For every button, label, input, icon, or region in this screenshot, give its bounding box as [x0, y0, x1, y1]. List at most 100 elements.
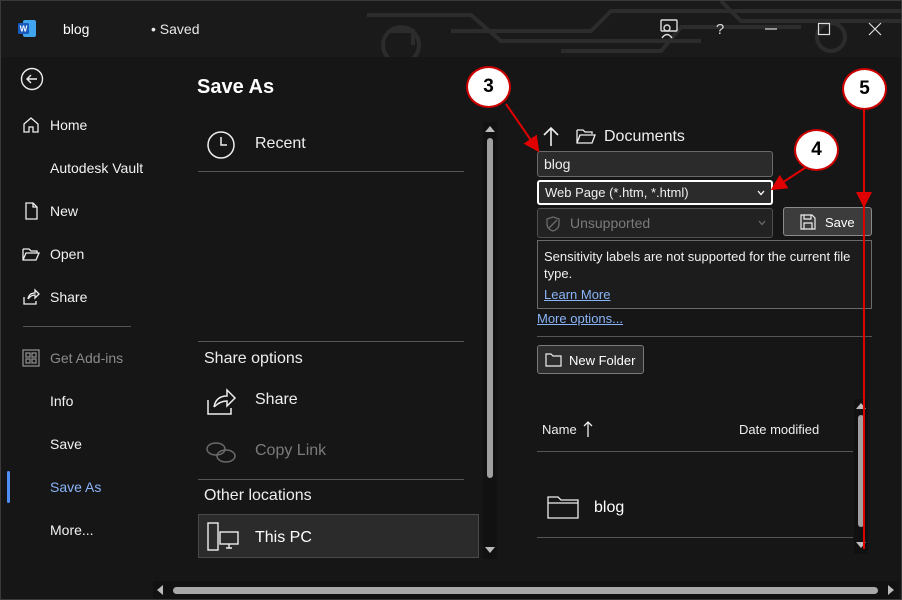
saved-status: • Saved — [151, 21, 200, 37]
sensitivity-select: Unsupported — [537, 208, 773, 238]
nav-item-autodesk-vault[interactable]: Autodesk Vault — [1, 150, 151, 186]
location-recent[interactable]: Recent — [198, 120, 464, 170]
file-type-value: Web Page (*.htm, *.html) — [545, 185, 689, 200]
home-icon — [23, 117, 39, 133]
nav-item-share[interactable]: Share — [1, 279, 151, 315]
maximize-icon[interactable] — [812, 17, 836, 41]
separator — [198, 479, 464, 480]
nav-item-save[interactable]: Save — [1, 426, 151, 462]
separator — [537, 537, 853, 538]
separator — [537, 336, 872, 337]
nav-item-save-as[interactable]: Save As — [1, 469, 151, 505]
nav-divider — [23, 326, 131, 327]
nav-item-label: Save — [50, 436, 82, 452]
new-folder-button[interactable]: New Folder — [537, 345, 644, 374]
close-icon[interactable] — [863, 17, 887, 41]
scroll-thumb[interactable] — [173, 587, 878, 594]
scroll-right-arrow[interactable] — [888, 585, 894, 595]
title-bar: W blog • Saved ? — [1, 1, 901, 57]
nav-item-info[interactable]: Info — [1, 383, 151, 419]
new-folder-label: New Folder — [569, 353, 636, 368]
location-this-pc[interactable]: This PC — [198, 514, 479, 558]
back-arrow-icon[interactable] — [20, 67, 44, 91]
nav-item-label: Autodesk Vault — [50, 160, 144, 176]
save-button[interactable]: Save — [783, 207, 872, 236]
more-options-link[interactable]: More options... — [537, 311, 623, 326]
breadcrumb[interactable]: Documents — [604, 128, 685, 146]
help-icon[interactable]: ? — [708, 17, 732, 41]
scroll-down-arrow[interactable] — [856, 542, 866, 548]
clock-icon — [207, 131, 235, 159]
horizontal-scrollbar[interactable] — [153, 581, 899, 599]
annotation-step-5: 5 — [842, 68, 887, 110]
locations-scrollbar[interactable] — [483, 122, 497, 559]
presenter-icon[interactable] — [657, 17, 681, 41]
addins-icon — [22, 349, 40, 367]
nav-item-label: Open — [50, 246, 85, 262]
share-icon — [23, 288, 40, 305]
location-label: Copy Link — [255, 442, 327, 459]
nav-item-open[interactable]: Open — [1, 236, 151, 272]
file-name: blog — [594, 499, 625, 516]
annotation-step-3: 3 — [466, 66, 511, 108]
scroll-down-arrow[interactable] — [485, 547, 495, 553]
filename-input[interactable]: blog — [537, 151, 773, 177]
chevron-down-icon — [758, 220, 766, 226]
folder-icon — [576, 129, 596, 144]
sensitivity-icon — [546, 216, 560, 232]
file-list-scrollbar[interactable] — [854, 399, 868, 554]
sensitivity-value: Unsupported — [570, 215, 651, 231]
location-label: Share — [255, 391, 298, 408]
location-copy-link: Copy Link — [198, 427, 464, 477]
chevron-down-icon — [757, 190, 765, 196]
share-options-heading: Share options — [204, 350, 303, 367]
nav-item-label: Get Add-ins — [50, 350, 124, 366]
nav-item-get-addins: Get Add-ins — [1, 340, 151, 376]
annotation-step-4: 4 — [794, 129, 839, 171]
nav-item-more[interactable]: More... — [1, 512, 151, 548]
scroll-thumb[interactable] — [487, 138, 493, 478]
column-header-name[interactable]: Name — [542, 422, 577, 437]
backstage-nav: Home Autodesk Vault New Open Share Get A… — [1, 57, 151, 599]
save-disk-icon — [800, 214, 816, 230]
open-folder-icon — [22, 248, 40, 261]
folder-icon — [547, 496, 579, 519]
other-locations-heading: Other locations — [204, 487, 312, 504]
share-icon — [207, 388, 237, 415]
learn-more-link[interactable]: Learn More — [544, 286, 610, 303]
scroll-up-arrow[interactable] — [856, 403, 866, 409]
svg-text:W: W — [20, 25, 28, 34]
document-title: blog — [63, 21, 90, 37]
sensitivity-info-box: Sensitivity labels are not supported for… — [537, 240, 872, 309]
new-doc-icon — [25, 202, 38, 220]
nav-item-label: Info — [50, 393, 74, 409]
nav-item-new[interactable]: New — [1, 193, 151, 229]
save-button-label: Save — [825, 215, 855, 230]
column-header-date-modified[interactable]: Date modified — [739, 422, 819, 437]
up-folder-icon[interactable] — [541, 125, 561, 147]
link-icon — [206, 442, 236, 463]
location-label: This PC — [255, 529, 312, 546]
scroll-thumb[interactable] — [858, 415, 864, 527]
folder-icon — [545, 353, 562, 367]
file-list-item[interactable]: blog — [537, 479, 853, 537]
separator — [537, 451, 853, 452]
separator — [198, 171, 464, 172]
nav-item-label: New — [50, 203, 79, 219]
file-type-select[interactable]: Web Page (*.htm, *.html) — [537, 180, 773, 205]
scroll-up-arrow[interactable] — [485, 126, 495, 132]
minimize-icon[interactable] — [759, 17, 783, 41]
sort-ascending-icon[interactable] — [582, 420, 594, 438]
page-title: Save As — [197, 76, 275, 98]
nav-item-label: Share — [50, 289, 88, 305]
sensitivity-message: Sensitivity labels are not supported for… — [544, 249, 851, 281]
nav-item-home[interactable]: Home — [1, 107, 151, 143]
location-share[interactable]: Share — [198, 376, 464, 426]
nav-item-label: Save As — [50, 479, 102, 495]
scroll-left-arrow[interactable] — [157, 585, 163, 595]
nav-item-label: More... — [50, 522, 94, 538]
word-window: W blog • Saved ? Home Autodesk Vault New… — [0, 0, 902, 600]
nav-item-label: Home — [50, 117, 88, 133]
word-logo: W — [18, 20, 36, 37]
computer-icon — [207, 522, 239, 551]
